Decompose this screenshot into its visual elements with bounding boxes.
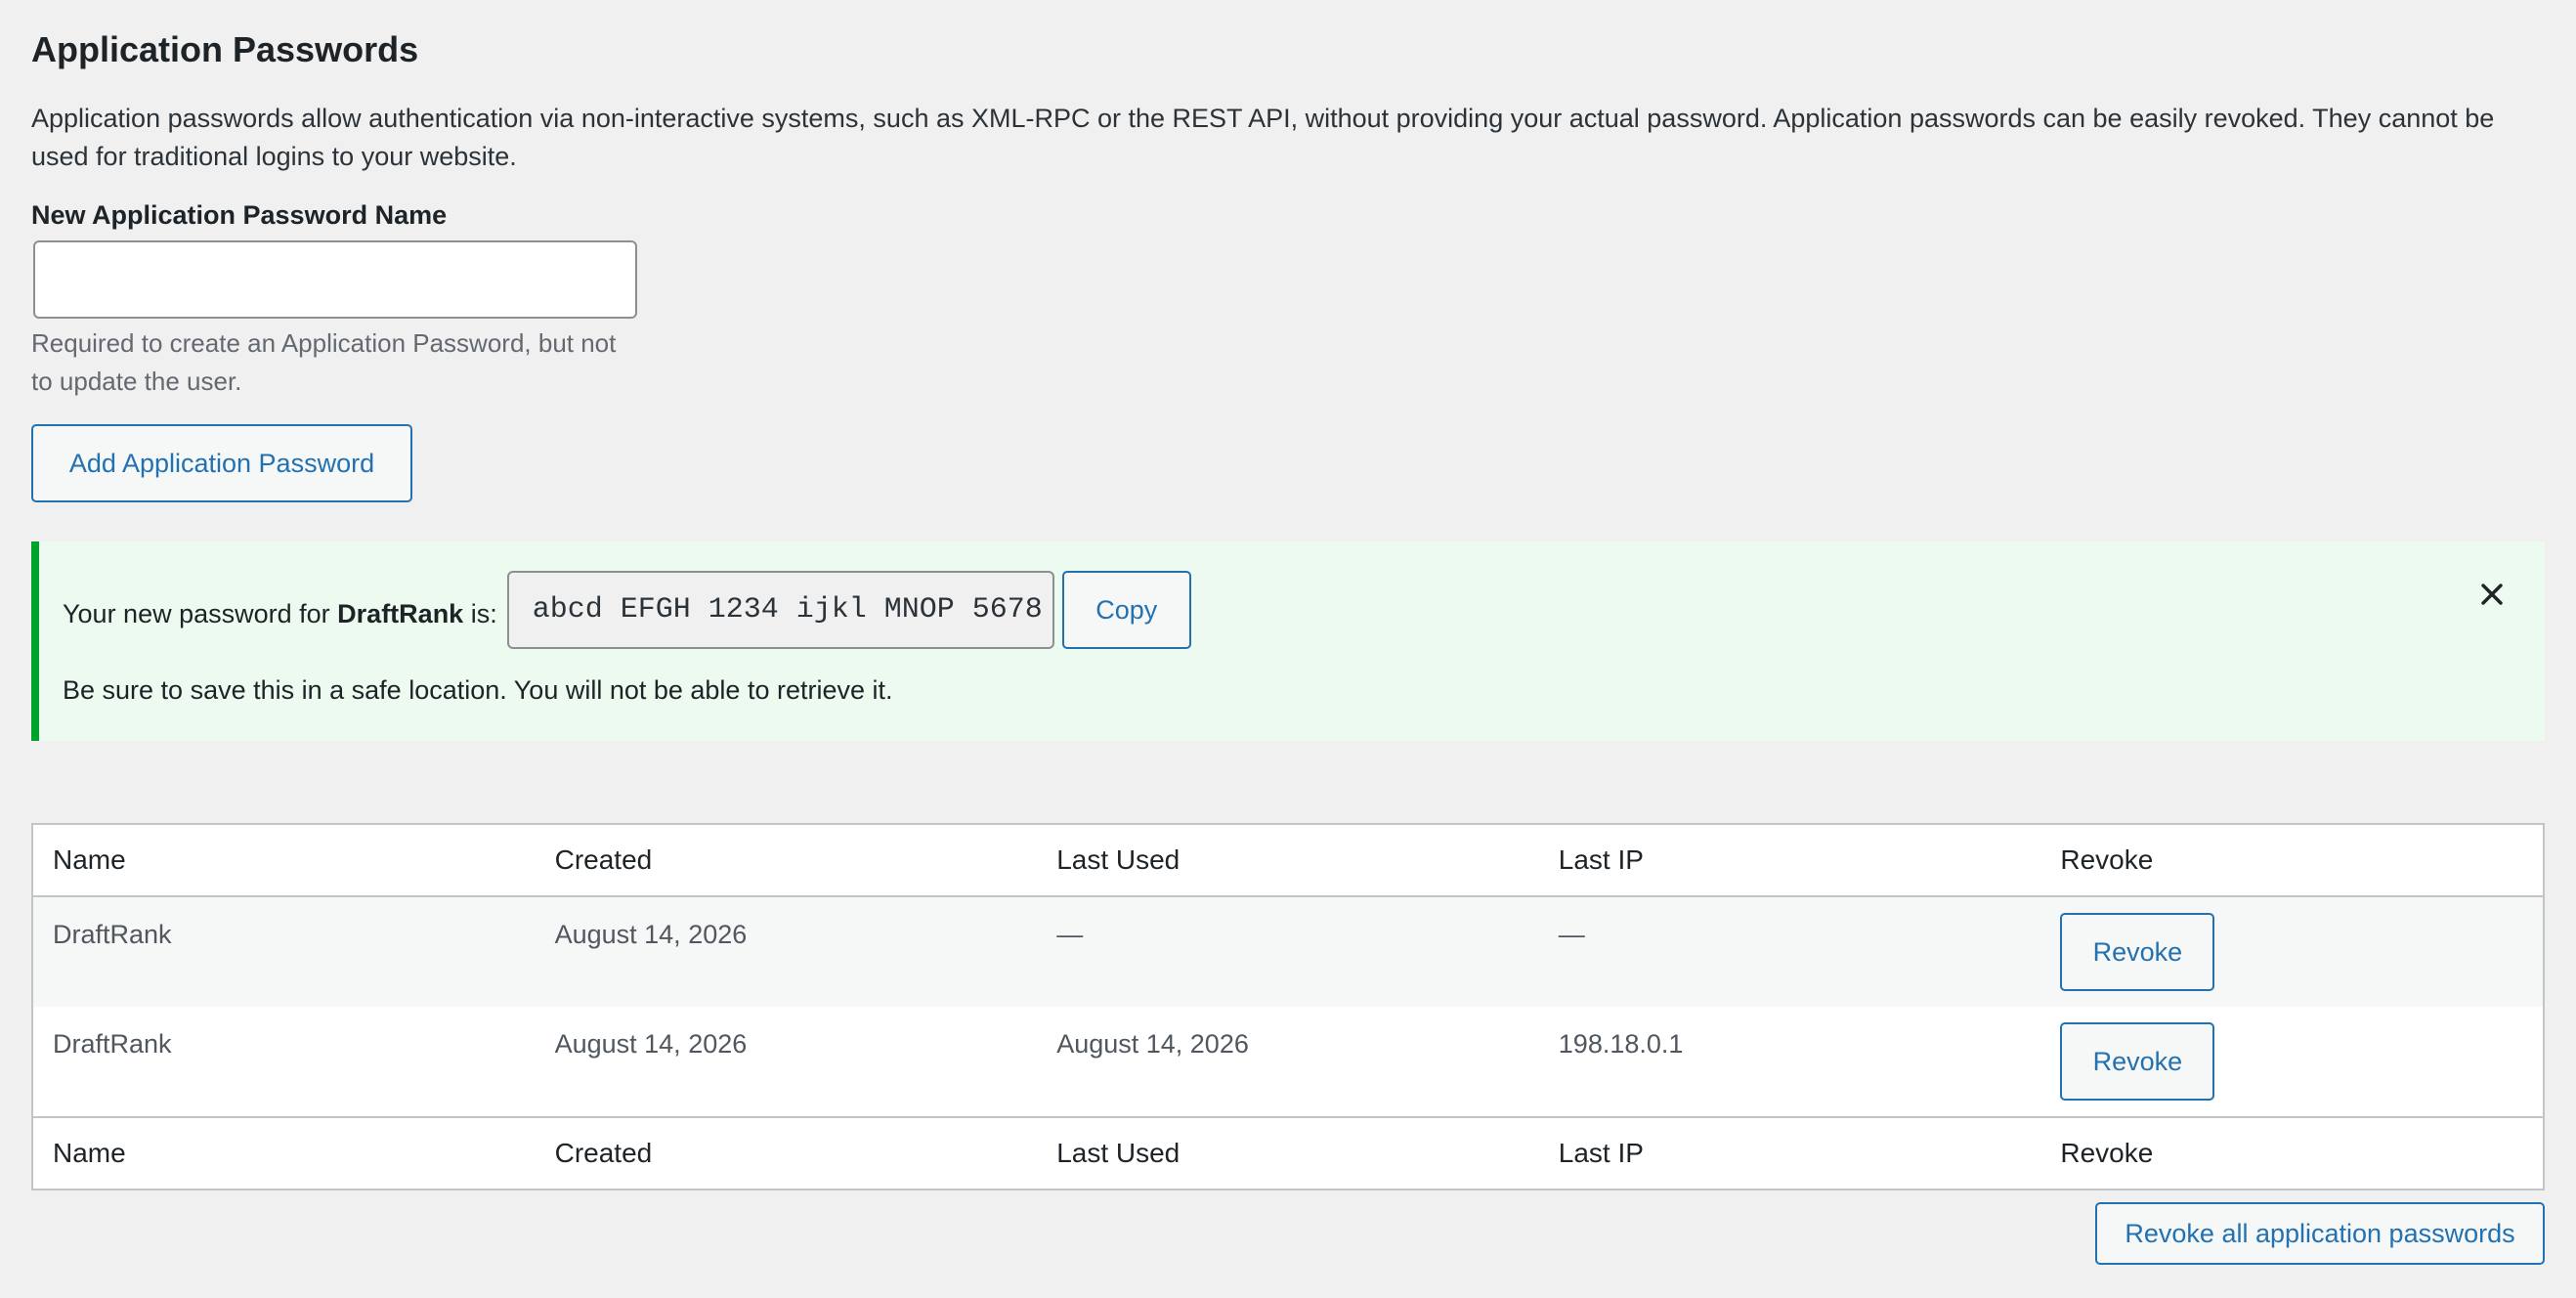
notice-app-name: DraftRank bbox=[337, 599, 464, 628]
revoke-button[interactable]: Revoke bbox=[2060, 1022, 2215, 1101]
column-footer-name: Name bbox=[53, 1138, 126, 1168]
revoke-button[interactable]: Revoke bbox=[2060, 913, 2215, 991]
new-password-notice: Your new password for DraftRank is: abcd… bbox=[31, 541, 2545, 741]
row-revoke-cell: Revoke bbox=[2040, 897, 2543, 1007]
column-header-last-used: Last Used bbox=[1056, 844, 1181, 875]
table-row: DraftRank August 14, 2026 — — Revoke bbox=[33, 897, 2543, 1007]
row-last-used: — bbox=[1056, 920, 1084, 949]
notice-suffix: is: bbox=[470, 599, 497, 628]
section-description: Application passwords allow authenticati… bbox=[31, 104, 2495, 171]
column-footer-created: Created bbox=[554, 1138, 653, 1168]
table-footer-row: Name Created Last Used Last IP Revoke bbox=[33, 1116, 2543, 1189]
application-passwords-table: Name Created Last Used Last IP Revoke Dr… bbox=[31, 823, 2545, 1190]
column-footer-revoke: Revoke bbox=[2060, 1138, 2154, 1168]
column-header-last-ip: Last IP bbox=[1558, 844, 1644, 875]
column-header-created: Created bbox=[554, 844, 653, 875]
dismiss-notice-button[interactable] bbox=[2474, 577, 2510, 612]
new-password-help-text: Required to create an Application Passwo… bbox=[31, 328, 617, 396]
row-last-used: August 14, 2026 bbox=[1056, 1029, 1249, 1059]
row-name: DraftRank bbox=[53, 920, 172, 949]
revoke-all-button[interactable]: Revoke all application passwords bbox=[2095, 1202, 2545, 1265]
revoke-all-container: Revoke all application passwords bbox=[31, 1202, 2545, 1265]
row-name: DraftRank bbox=[53, 1029, 172, 1059]
row-created: August 14, 2026 bbox=[554, 920, 748, 949]
column-footer-last-used: Last Used bbox=[1056, 1138, 1181, 1168]
table-row: DraftRank August 14, 2026 August 14, 202… bbox=[33, 1007, 2543, 1116]
new-password-name-input[interactable] bbox=[33, 240, 637, 319]
row-revoke-cell: Revoke bbox=[2040, 1007, 2543, 1116]
row-last-ip: 198.18.0.1 bbox=[1558, 1029, 1684, 1059]
column-header-revoke: Revoke bbox=[2060, 844, 2154, 875]
row-last-ip: — bbox=[1558, 920, 1585, 949]
new-password-field[interactable]: abcd EFGH 1234 ijkl MNOP 5678 bbox=[506, 571, 1054, 649]
application-passwords-section: Application Passwords Application passwo… bbox=[31, 27, 2545, 1265]
notice-warning: Be sure to save this in a safe location.… bbox=[63, 675, 893, 705]
column-footer-last-ip: Last IP bbox=[1558, 1138, 1644, 1168]
new-password-name-label: New Application Password Name bbox=[31, 200, 448, 230]
add-application-password-button[interactable]: Add Application Password bbox=[31, 424, 412, 502]
notice-message: Your new password for DraftRank is: bbox=[63, 596, 497, 631]
row-created: August 14, 2026 bbox=[554, 1029, 748, 1059]
notice-prefix: Your new password for bbox=[63, 599, 330, 628]
notice-password-row: Your new password for DraftRank is: abcd… bbox=[63, 571, 1191, 649]
copy-button[interactable]: Copy bbox=[1061, 571, 1191, 649]
section-title: Application Passwords bbox=[31, 29, 419, 69]
close-icon bbox=[2481, 584, 2503, 605]
column-header-name: Name bbox=[53, 844, 126, 875]
table-header-row: Name Created Last Used Last IP Revoke bbox=[33, 825, 2543, 897]
